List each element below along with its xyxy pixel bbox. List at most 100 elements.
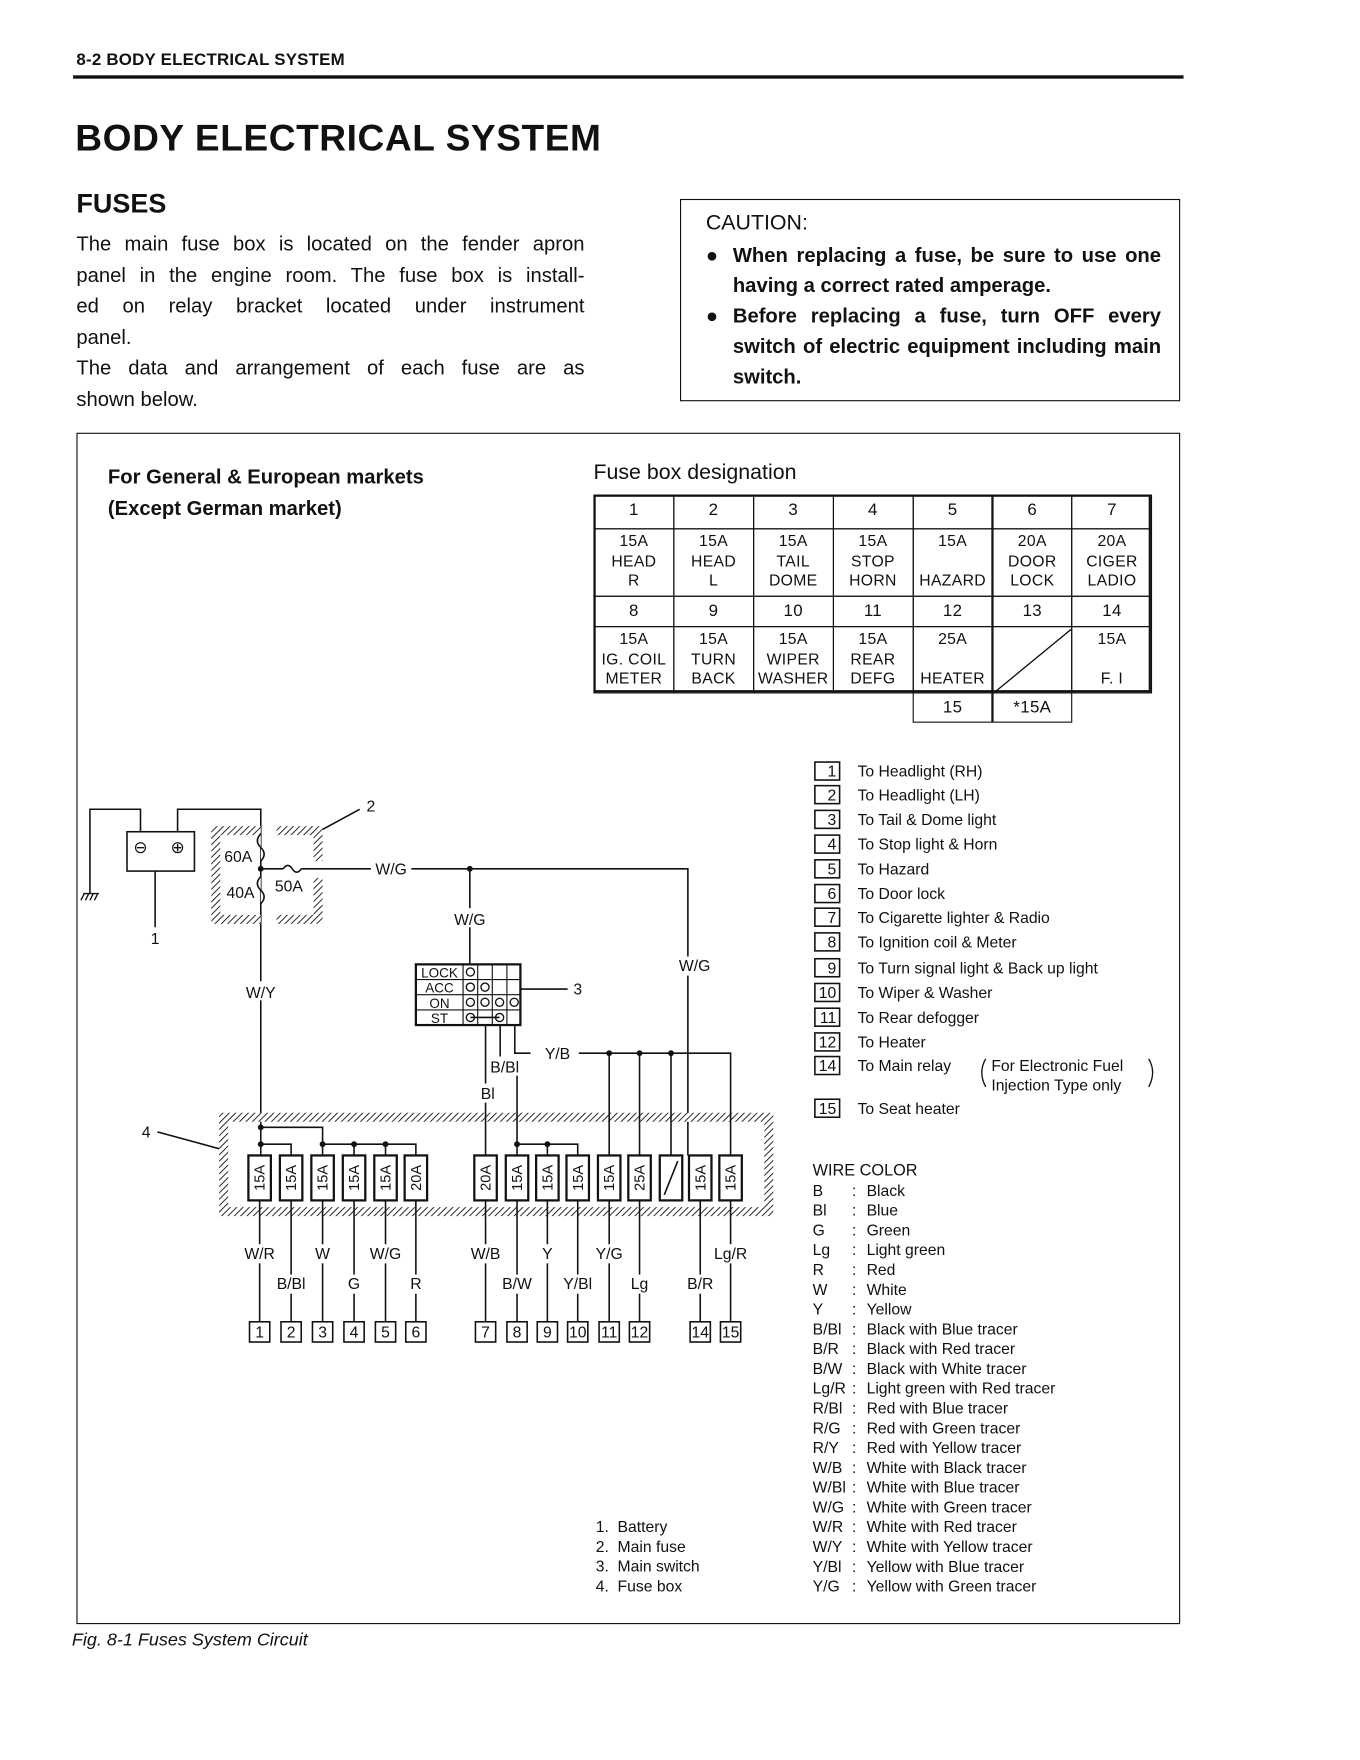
separator: : <box>852 1203 856 1220</box>
legend-number: 14 <box>819 1058 837 1075</box>
fuse-rating: 15A <box>316 1165 332 1191</box>
wire-color-name: Red <box>867 1262 896 1279</box>
switch-position-lock: LOCK <box>421 966 458 981</box>
wire-color-code: W/B <box>813 1460 843 1477</box>
bus-wire <box>322 1143 417 1156</box>
legend-text: To Tail & Dome light <box>858 812 997 829</box>
wire-color-name: Red with Yellow tracer <box>867 1440 1022 1457</box>
callout-1: 1 <box>151 931 160 948</box>
fuse-rating: 15A <box>693 1165 709 1191</box>
legend-number: 2 <box>827 787 836 804</box>
separator: : <box>852 1519 856 1536</box>
diagram-label: W/G <box>679 958 710 975</box>
wire-color-code: W/Y <box>813 1539 843 1556</box>
wire-color-name: Black with Blue tracer <box>867 1321 1018 1338</box>
wire-color-name: Black with Red tracer <box>867 1341 1016 1358</box>
legend-number: 7 <box>827 910 836 927</box>
wire-color-name: Light green with Red tracer <box>867 1381 1056 1398</box>
manual-page: 8-2 BODY ELECTRICAL SYSTEM BODY ELECTRIC… <box>0 0 1360 1760</box>
separator: : <box>852 1183 856 1200</box>
contact-icon <box>480 982 490 992</box>
wire-color-code: Bl <box>813 1203 827 1220</box>
wire-color-name: Black <box>867 1183 906 1200</box>
contact-icon <box>465 982 476 992</box>
wire-color-name: Black with White tracer <box>867 1361 1027 1378</box>
wire-color-name: Red with Green tracer <box>867 1420 1021 1437</box>
separator: : <box>852 1361 856 1378</box>
contact-icon <box>480 997 490 1008</box>
legend-note: For Electronic Fuel <box>991 1058 1123 1075</box>
separator: : <box>852 1262 856 1279</box>
legend-text: To Cigarette lighter & Radio <box>858 910 1050 927</box>
part-list-item: 3. Main switch <box>596 1559 700 1576</box>
legend-text: To Ignition coil & Meter <box>858 935 1017 952</box>
wire-color-label: Y/Bl <box>563 1276 592 1293</box>
diagram-label: Y/B <box>545 1046 570 1063</box>
legend-number: 9 <box>827 960 836 977</box>
main-fuse-40a: 40A <box>227 885 255 902</box>
wire-color-name: White with Green tracer <box>867 1499 1032 1516</box>
fuses-circuit-diagram: ⊖ ⊕ 1 60A 40A 50A W/G W/G W/G 2 W/Y LOCKACCONST 3 4 B/… <box>80 761 1154 1596</box>
wire-color-label: Lg/R <box>714 1246 747 1263</box>
part-list-item: 4. Fuse box <box>596 1578 683 1595</box>
fuse-rating: 15A <box>602 1165 618 1191</box>
callout-3: 3 <box>573 982 582 999</box>
wire-color-code: R/Bl <box>813 1401 843 1418</box>
fuse-rating: 15A <box>347 1165 363 1191</box>
wire-color-code: B/W <box>813 1361 843 1378</box>
wire-color-code: G <box>813 1222 825 1239</box>
connector-number: 2 <box>287 1325 296 1342</box>
connector-number: 4 <box>350 1325 359 1342</box>
connector-number: 6 <box>411 1325 420 1342</box>
main-fuse-50a: 50A <box>275 878 303 895</box>
legend-text: To Headlight (RH) <box>858 764 983 781</box>
wire-color-code: R/G <box>813 1420 841 1437</box>
fuse-rating: 15A <box>284 1165 300 1191</box>
wire-color-code: Y/Bl <box>813 1559 842 1576</box>
separator: : <box>852 1222 856 1239</box>
wire-color-label: R <box>410 1276 421 1293</box>
fuse-rating: 15A <box>379 1165 395 1191</box>
wire-color-name: Blue <box>867 1203 899 1220</box>
battery-negative-terminal: ⊖ <box>133 838 147 857</box>
legend-text: To Heater <box>858 1035 926 1052</box>
legend-text: To Door lock <box>858 886 945 903</box>
main-fuse-60a: 60A <box>224 849 252 866</box>
yb-wire <box>578 1052 732 1156</box>
wire-color-name: Red with Blue tracer <box>867 1401 1009 1418</box>
contact-icon <box>494 997 505 1008</box>
legend-text: To Turn signal light & Back up light <box>858 960 1099 977</box>
callout-leader <box>157 1131 220 1150</box>
wire-color-name: White with Blue tracer <box>867 1480 1020 1497</box>
wire-color-label: Y/G <box>596 1246 623 1263</box>
wire-color-label: W/G <box>370 1246 401 1263</box>
wire-color-name: White <box>867 1282 907 1299</box>
legend-text: To Main relay <box>858 1058 952 1075</box>
wire-color-name: White with Red tracer <box>867 1519 1017 1536</box>
legend-number: 4 <box>827 837 836 854</box>
wire-color-name: White with Yellow tracer <box>867 1539 1033 1556</box>
fuse-rating: 20A <box>479 1165 495 1191</box>
connector-number: 15 <box>722 1325 740 1342</box>
wire-color-name: Yellow with Blue tracer <box>867 1559 1025 1576</box>
wire-color-code: R/Y <box>813 1440 840 1457</box>
part-list-item: 2. Main fuse <box>596 1539 686 1556</box>
diagram-label: Bl <box>481 1086 495 1103</box>
wire-color-code: B/R <box>813 1341 839 1358</box>
wire-color-name: Light green <box>867 1242 946 1259</box>
connector-number: 8 <box>513 1325 522 1342</box>
legend-number: 12 <box>819 1035 836 1052</box>
wire-color-title: WIRE COLOR <box>813 1162 918 1180</box>
wire-color-label: Lg <box>631 1276 648 1293</box>
wire-color-label: W <box>315 1246 330 1263</box>
battery-positive-terminal: ⊕ <box>171 838 185 857</box>
fuse-rating: 20A <box>409 1165 425 1191</box>
diagram-label: W/Y <box>246 985 276 1002</box>
connector-number: 7 <box>481 1325 490 1342</box>
yb-wire <box>513 1025 531 1054</box>
separator: : <box>852 1440 856 1457</box>
wire-color-code: W/G <box>813 1499 844 1516</box>
fuse-link-icon <box>282 864 302 873</box>
wire-color-label: W/B <box>471 1246 501 1263</box>
wire-color-label: B/R <box>687 1276 713 1293</box>
